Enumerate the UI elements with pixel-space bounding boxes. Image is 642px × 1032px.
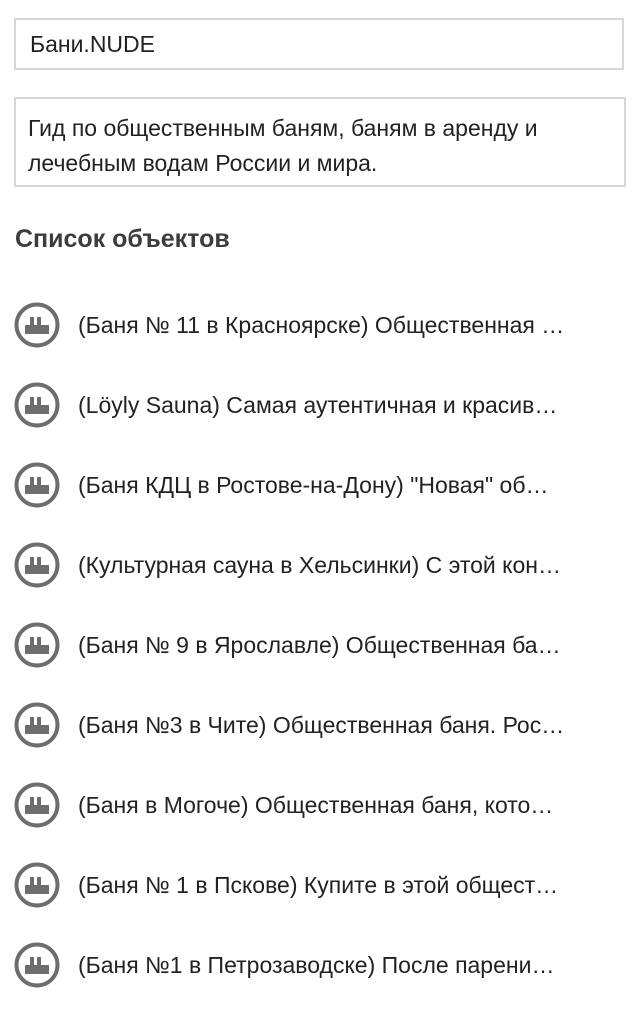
site-title: Бани.NUDE	[30, 30, 155, 57]
site-description-box[interactable]: Гид по общественным баням, баням в аренд…	[14, 97, 626, 187]
list-item[interactable]: (Баня КДЦ в Ростове-на-Дону) "Новая" об…	[0, 445, 642, 525]
site-description: Гид по общественным баням, баням в аренд…	[28, 115, 538, 176]
bathhouse-icon	[14, 942, 60, 988]
list-item[interactable]: (Баня №3 в Чите) Общественная баня. Рос…	[0, 685, 642, 765]
bathhouse-icon	[14, 542, 60, 588]
object-list-heading: Список объектов	[15, 225, 230, 253]
list-item[interactable]: (Баня № 11 в Красноярске) Общественная …	[0, 285, 642, 365]
bathhouse-icon	[14, 302, 60, 348]
bathhouse-icon	[14, 702, 60, 748]
list-item-label: (Баня № 11 в Красноярске) Общественная …	[78, 311, 565, 338]
bathhouse-icon	[14, 622, 60, 668]
list-item-label: (Баня в Могоче) Общественная баня, кото…	[78, 791, 554, 818]
list-item-label: (Баня КДЦ в Ростове-на-Дону) "Новая" об…	[78, 471, 549, 498]
list-item[interactable]: (Культурная сауна в Хельсинки) С этой ко…	[0, 525, 642, 605]
bathhouse-icon	[14, 382, 60, 428]
bathhouse-icon	[14, 862, 60, 908]
list-item-label: (Культурная сауна в Хельсинки) С этой ко…	[78, 551, 561, 578]
list-item-label: (Баня №1 в Петрозаводске) После парени…	[78, 951, 555, 978]
list-item-label: (Баня № 1 в Пскове) Купите в этой общест…	[78, 871, 559, 898]
list-item-label: (Löyly Sauna) Самая аутентичная и красив…	[78, 391, 558, 418]
list-item[interactable]: (Löyly Sauna) Самая аутентичная и красив…	[0, 365, 642, 445]
list-item[interactable]: (Баня №1 в Петрозаводске) После парени…	[0, 925, 642, 1005]
list-item[interactable]: (Баня № 1 в Пскове) Купите в этой общест…	[0, 845, 642, 925]
list-item-label: (Баня №3 в Чите) Общественная баня. Рос…	[78, 711, 565, 738]
list-item[interactable]: (Баня в Могоче) Общественная баня, кото…	[0, 765, 642, 845]
bathhouse-icon	[14, 462, 60, 508]
object-list: (Баня № 11 в Красноярске) Общественная ……	[0, 285, 642, 1005]
bathhouse-icon	[14, 782, 60, 828]
list-item-label: (Баня № 9 в Ярославле) Общественная ба…	[78, 631, 561, 658]
list-item[interactable]: (Баня № 9 в Ярославле) Общественная ба…	[0, 605, 642, 685]
site-title-field[interactable]: Бани.NUDE	[14, 18, 624, 70]
